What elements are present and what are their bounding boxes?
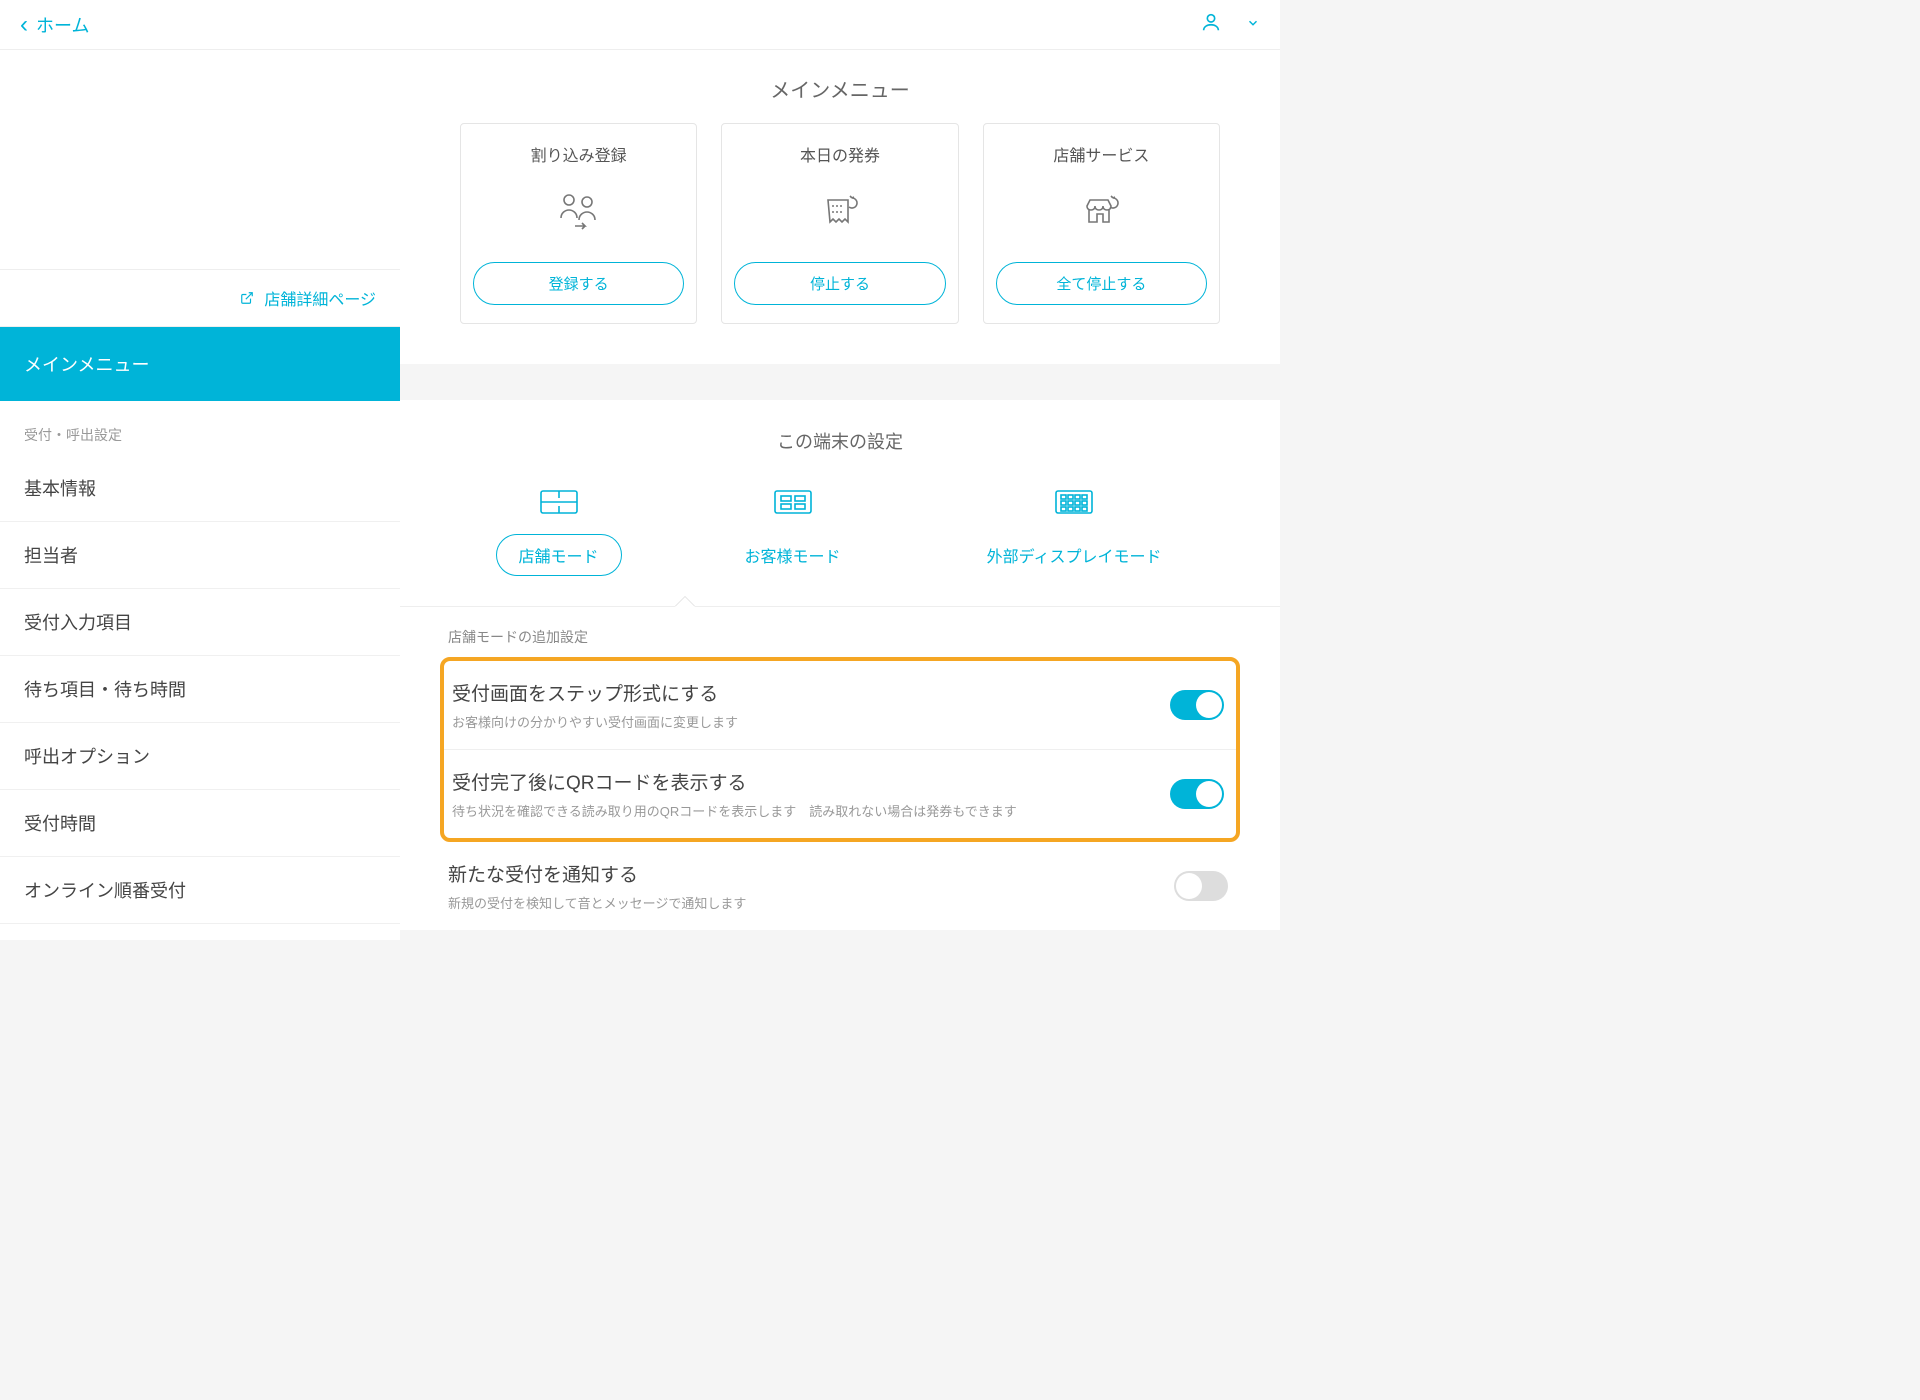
sidebar-item-online-queue[interactable]: オンライン順番受付	[0, 857, 400, 924]
subsection-label: 店舗モードの追加設定	[400, 606, 1280, 657]
main-menu-title: メインメニュー	[400, 50, 1280, 123]
header-right	[1200, 11, 1260, 39]
stop-button[interactable]: 停止する	[734, 262, 945, 305]
device-settings-title: この端末の設定	[400, 428, 1280, 454]
setting-title: 受付画面をステップ形式にする	[452, 679, 1170, 706]
sidebar-logo-area	[0, 50, 400, 270]
chevron-left-icon: ‹	[20, 11, 28, 39]
toggle-knob	[1196, 781, 1222, 807]
sidebar: 店舗詳細ページ メインメニュー 受付・呼出設定 基本情報 担当者 受付入力項目 …	[0, 50, 400, 940]
customer-mode-icon	[722, 484, 864, 520]
card-title: 本日の発券	[734, 142, 945, 166]
store-detail-link[interactable]: 店舗詳細ページ	[0, 270, 400, 327]
setting-desc: お客様向けの分かりやすい受付画面に変更します	[452, 712, 1170, 731]
setting-desc: 待ち状況を確認できる読み取り用のQRコードを表示します 読み取れない場合は発券も…	[452, 801, 1170, 820]
sidebar-item-reception-hours[interactable]: 受付時間	[0, 790, 400, 857]
toggle-knob	[1176, 873, 1202, 899]
home-label: ホーム	[36, 12, 89, 38]
stop-all-button[interactable]: 全て停止する	[996, 262, 1207, 305]
mode-tabs: 店舗モード お客様モード 外部デ	[400, 484, 1280, 606]
sidebar-item-call-options[interactable]: 呼出オプション	[0, 723, 400, 790]
store-refresh-icon	[996, 184, 1207, 240]
setting-qr-code: 受付完了後にQRコードを表示する 待ち状況を確認できる読み取り用のQRコードを表…	[444, 750, 1236, 838]
toggle-step-form[interactable]	[1170, 690, 1224, 720]
toggle-knob	[1196, 692, 1222, 718]
card-title: 店舗サービス	[996, 142, 1207, 166]
card-interrupt-register: 割り込み登録 登録する	[460, 123, 697, 324]
user-icon[interactable]	[1200, 11, 1222, 39]
setting-title: 新たな受付を通知する	[448, 860, 1174, 887]
sidebar-item-basic-info[interactable]: 基本情報	[0, 455, 400, 522]
people-exchange-icon	[473, 184, 684, 240]
sidebar-section-label: 受付・呼出設定	[0, 401, 400, 455]
tab-customer-mode[interactable]: お客様モード	[722, 484, 864, 576]
sidebar-item-input-items[interactable]: 受付入力項目	[0, 589, 400, 656]
main-menu-panel: メインメニュー 割り込み登録 登録する 本日の発券	[400, 50, 1280, 364]
sidebar-item-main-menu[interactable]: メインメニュー	[0, 327, 400, 401]
card-title: 割り込み登録	[473, 142, 684, 166]
tab-external-display-mode[interactable]: 外部ディスプレイモード	[964, 484, 1185, 576]
sidebar-item-staff[interactable]: 担当者	[0, 522, 400, 589]
external-link-icon	[240, 292, 258, 309]
card-today-ticket: 本日の発券 停止する	[721, 123, 958, 324]
toggle-qr-code[interactable]	[1170, 779, 1224, 809]
highlighted-settings: 受付画面をステップ形式にする お客様向けの分かりやすい受付画面に変更します 受付…	[440, 657, 1240, 842]
app-header: ‹ ホーム	[0, 0, 1280, 50]
plain-settings: 新たな受付を通知する 新規の受付を検知して音とメッセージで通知します	[400, 842, 1280, 930]
back-button[interactable]: ‹ ホーム	[20, 11, 89, 39]
sidebar-item-wait-items[interactable]: 待ち項目・待ち時間	[0, 656, 400, 723]
mode-label: 外部ディスプレイモード	[964, 534, 1185, 576]
ticket-refresh-icon	[734, 184, 945, 240]
setting-notify-new: 新たな受付を通知する 新規の受付を検知して音とメッセージで通知します	[400, 842, 1280, 930]
chevron-down-icon[interactable]	[1246, 16, 1260, 33]
setting-step-form: 受付画面をステップ形式にする お客様向けの分かりやすい受付画面に変更します	[444, 661, 1236, 750]
card-store-service: 店舗サービス 全て停止する	[983, 123, 1220, 324]
store-mode-icon	[496, 484, 622, 520]
mode-label: お客様モード	[722, 534, 864, 576]
device-settings-panel: この端末の設定 店舗モード お客様モード	[400, 400, 1280, 930]
toggle-notify-new[interactable]	[1174, 871, 1228, 901]
store-detail-label: 店舗詳細ページ	[264, 292, 376, 309]
register-button[interactable]: 登録する	[473, 262, 684, 305]
external-display-icon	[964, 484, 1185, 520]
setting-title: 受付完了後にQRコードを表示する	[452, 768, 1170, 795]
tab-store-mode[interactable]: 店舗モード	[496, 484, 622, 576]
mode-label: 店舗モード	[496, 534, 622, 576]
setting-desc: 新規の受付を検知して音とメッセージで通知します	[448, 893, 1174, 912]
main-content: メインメニュー 割り込み登録 登録する 本日の発券	[400, 50, 1280, 940]
action-cards: 割り込み登録 登録する 本日の発券	[400, 123, 1280, 364]
